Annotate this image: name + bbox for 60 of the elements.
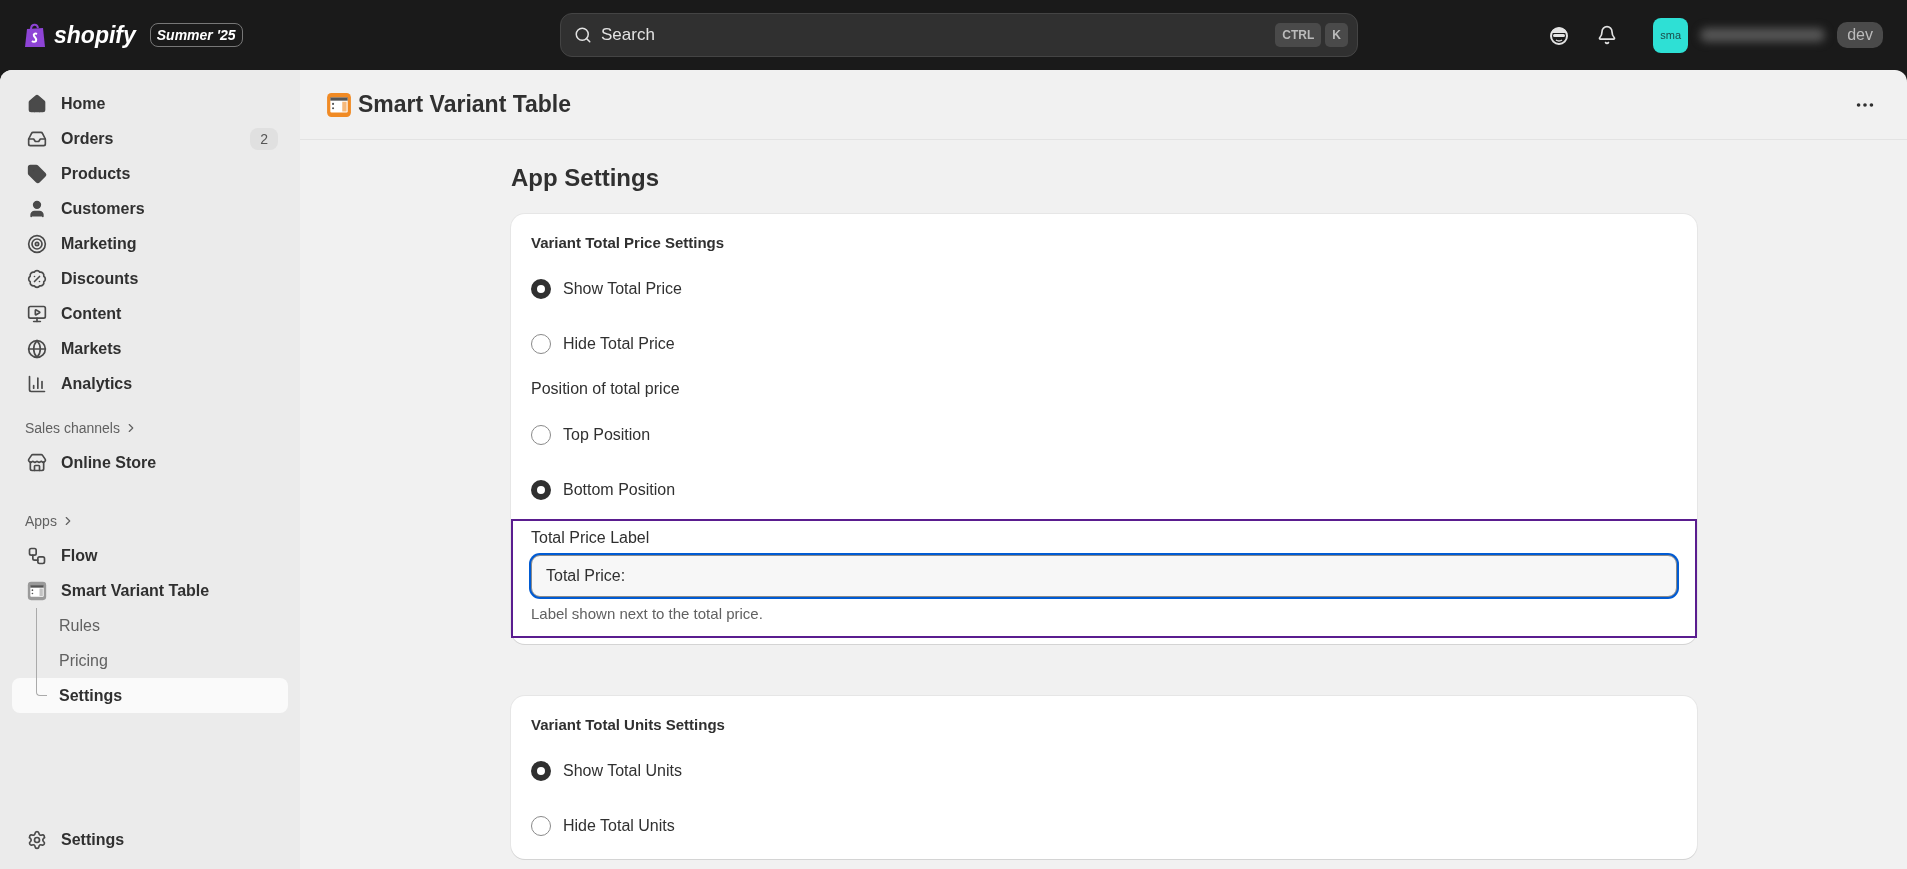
nav-item[interactable]: Orders 2 (12, 121, 288, 156)
section-title[interactable]: Sales channels (12, 411, 288, 445)
discounts-icon (27, 268, 47, 289)
nav-item[interactable]: Analytics (12, 366, 288, 401)
table-app-icon (27, 580, 47, 601)
shopping-bag-logo-icon (24, 22, 46, 48)
shortcut-key: CTRL (1275, 23, 1322, 47)
radio-button[interactable] (531, 479, 551, 500)
radio-button[interactable] (531, 278, 551, 299)
count-badge: 2 (250, 127, 278, 150)
field-label: Total Price Label (531, 529, 651, 547)
sub-nav-item[interactable]: Pricing (12, 643, 288, 678)
radio-button[interactable] (531, 333, 551, 354)
section-title[interactable]: Apps (12, 504, 288, 538)
flow-icon (27, 545, 47, 566)
section-heading: App Settings (511, 164, 660, 192)
store-avatar[interactable]: sma (1653, 17, 1689, 53)
nav-item[interactable]: Online Store (12, 445, 288, 480)
help-text: Label shown next to the total price. (531, 605, 764, 622)
nav-item[interactable]: Discounts (12, 261, 288, 296)
radio-option[interactable]: Top Position (511, 407, 1697, 462)
nav-item[interactable]: Smart Variant Table (12, 573, 288, 608)
edition-tag: Summer '25 (149, 23, 243, 47)
nav-item[interactable]: Customers (12, 191, 288, 226)
nav-item[interactable]: Home (12, 86, 288, 121)
table-app-icon (326, 91, 352, 118)
analytics-icon (27, 373, 47, 394)
nav-item[interactable]: Content (12, 296, 288, 331)
page-title: Smart Variant Table (358, 91, 573, 118)
radio-option[interactable]: Show Total Units (511, 743, 1697, 798)
markets-icon (27, 338, 47, 359)
brand-name: shopify (54, 21, 136, 49)
nav-item[interactable]: Products (12, 156, 288, 191)
home-icon (27, 93, 47, 114)
field-label: Position of total price (530, 379, 681, 399)
products-icon (27, 163, 47, 184)
sub-nav-item[interactable]: Settings (12, 678, 288, 713)
radio-option[interactable]: Show Total Price (511, 261, 1697, 316)
marketing-icon (27, 233, 47, 254)
radio-button[interactable] (531, 424, 551, 445)
search-icon (574, 26, 592, 44)
card-title: Variant Total Price Settings (530, 234, 726, 251)
radio-button[interactable] (531, 760, 551, 781)
sub-nav-item[interactable]: Rules (12, 608, 288, 643)
content-icon (27, 303, 47, 324)
nav-item[interactable]: Markets (12, 331, 288, 366)
nav-item[interactable]: Marketing (12, 226, 288, 261)
nav-item[interactable]: Settings (12, 822, 288, 857)
customers-icon (27, 198, 47, 219)
text-input-field[interactable]: Total Price: (531, 555, 1677, 597)
shortcut-key: K (1325, 23, 1348, 47)
nav-item[interactable]: Flow (12, 538, 288, 573)
card-title: Variant Total Units Settings (530, 716, 726, 733)
radio-button[interactable] (531, 815, 551, 836)
radio-option[interactable]: Hide Total Units (511, 798, 1697, 853)
store-tag: dev (1837, 22, 1883, 48)
settings-icon (27, 829, 47, 850)
radio-option[interactable]: Bottom Position (511, 462, 1697, 517)
store-icon (27, 452, 47, 473)
radio-option[interactable]: Hide Total Price (511, 316, 1697, 371)
